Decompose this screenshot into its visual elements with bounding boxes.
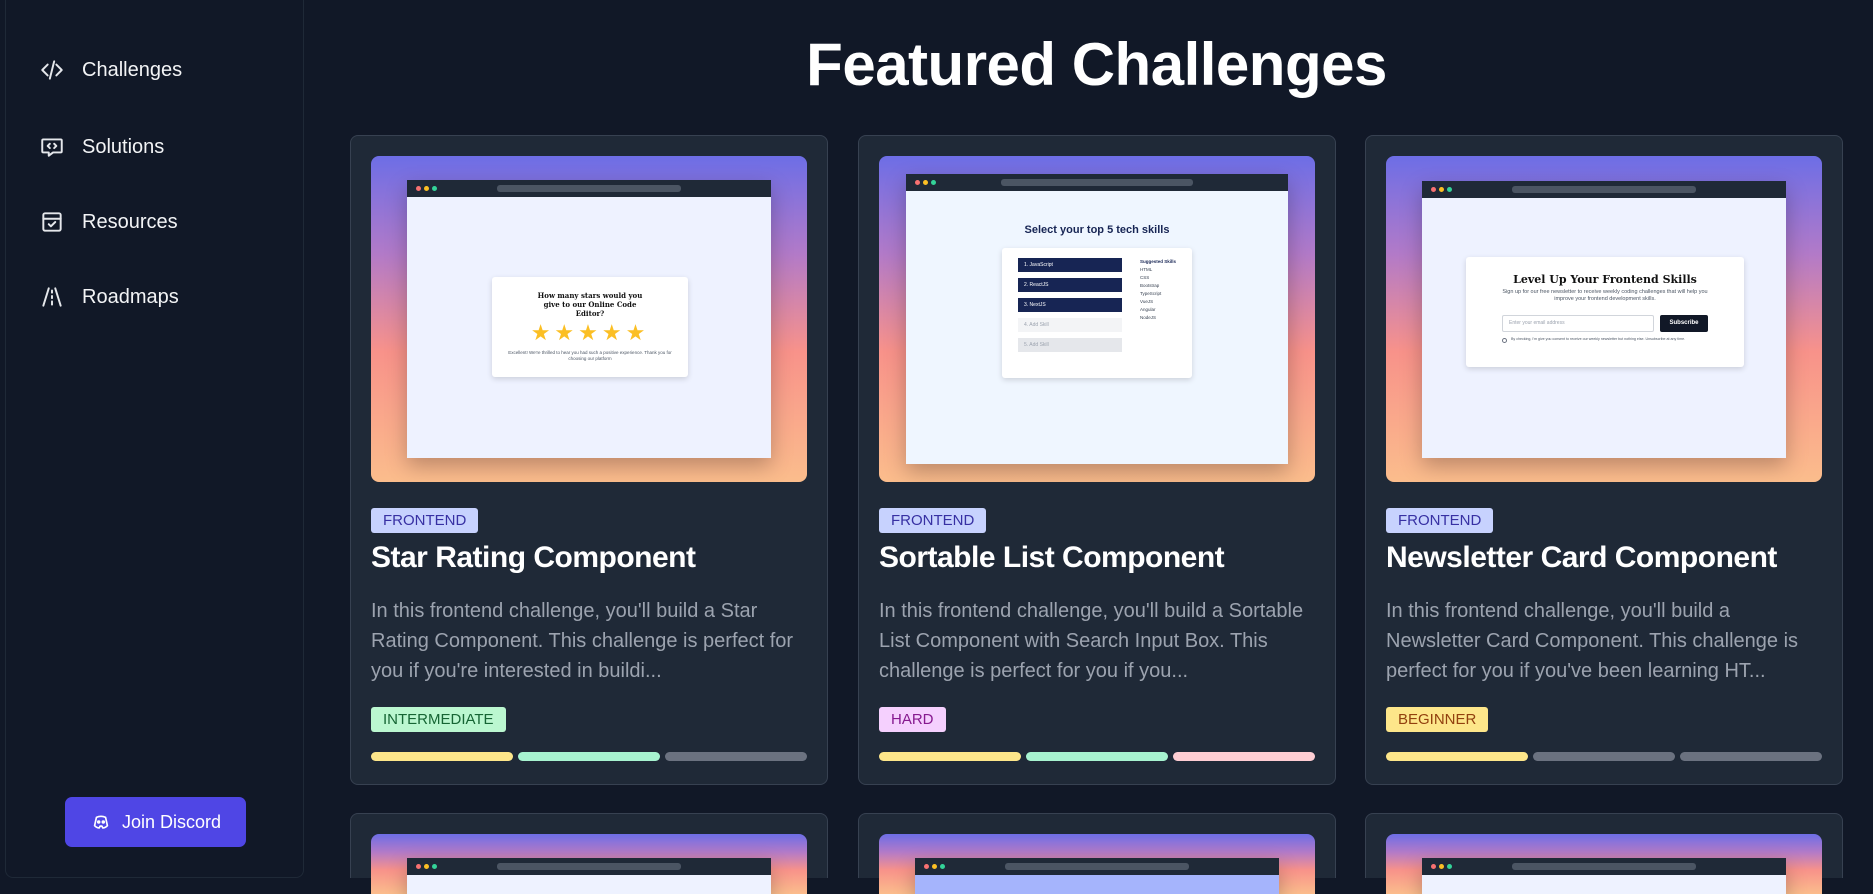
card-description: In this frontend challenge, you'll build… — [371, 600, 794, 682]
challenge-card[interactable]: Select your top 5 tech skills 1. JavaScr… — [858, 135, 1336, 785]
join-discord-label: Join Discord — [121, 811, 222, 832]
preview-stars: ★★★★★ — [530, 320, 650, 345]
preview-suggested-item: VueJS — [1140, 299, 1154, 304]
challenge-card[interactable] — [1365, 813, 1843, 894]
preview-list-item: 5. Add Skill — [1018, 338, 1122, 352]
sidebar-item-label: Roadmaps — [82, 285, 179, 308]
sidebar: Challenges Solutions Resources Roadmaps … — [5, 0, 304, 878]
road-icon — [38, 283, 66, 311]
challenge-preview-image — [1386, 834, 1822, 894]
challenge-card[interactable] — [858, 813, 1336, 894]
preview-checkbox — [1502, 338, 1507, 343]
sidebar-item-label: Challenges — [82, 58, 183, 81]
difficulty-meter — [371, 752, 807, 761]
challenge-preview-image: Level Up Your Frontend Skills Sign up fo… — [1386, 156, 1822, 482]
code-icon — [38, 56, 66, 84]
preview-suggested-title: Suggested Skills — [1140, 259, 1177, 264]
sidebar-item-solutions[interactable]: Solutions — [38, 129, 164, 165]
difficulty-badge: HARD — [879, 707, 946, 732]
preview-question: How many stars would you give to our Onl… — [537, 291, 643, 318]
category-badge: FRONTEND — [1386, 508, 1494, 533]
calendar-check-icon — [38, 208, 66, 236]
preview-suggested-item: TypeScript — [1140, 291, 1162, 296]
preview-note: Excellent! We're thrilled to hear you ha… — [508, 350, 672, 361]
preview-list-item: 4. Add Skill — [1018, 318, 1122, 332]
page-title: Featured Challenges — [806, 31, 1387, 98]
preview-email-input: Enter your email address — [1502, 315, 1654, 332]
preview-consent: By checking, I'm give you consent to rec… — [1511, 337, 1686, 341]
challenge-preview-image — [879, 834, 1315, 894]
difficulty-meter — [879, 752, 1315, 761]
card-title: Star Rating Component — [371, 541, 696, 574]
difficulty-bar — [1026, 752, 1168, 761]
difficulty-bar — [1680, 752, 1822, 761]
sidebar-item-label: Resources — [82, 210, 178, 233]
difficulty-badge: INTERMEDIATE — [371, 707, 506, 732]
sidebar-item-label: Solutions — [82, 135, 165, 158]
card-title: Newsletter Card Component — [1386, 541, 1777, 574]
preview-list-item: 3. NextJS — [1018, 298, 1122, 312]
card-description: In this frontend challenge, you'll build… — [1386, 600, 1799, 682]
card-description: In this frontend challenge, you'll build… — [879, 600, 1304, 682]
difficulty-bar — [665, 752, 807, 761]
chat-code-icon — [38, 133, 66, 161]
category-badge: FRONTEND — [879, 508, 987, 533]
difficulty-bar — [1386, 752, 1528, 761]
challenge-preview-image: Select your top 5 tech skills 1. JavaScr… — [879, 156, 1315, 482]
challenge-card[interactable]: How many stars would you give to our Onl… — [350, 135, 828, 785]
difficulty-badge: BEGINNER — [1386, 707, 1489, 732]
preview-list-item: 1. JavaScript — [1018, 258, 1122, 272]
preview-heading: Select your top 5 tech skills — [1024, 224, 1170, 236]
difficulty-bar — [518, 752, 660, 761]
preview-subscribe-button: Subscribe — [1660, 315, 1708, 332]
discord-icon — [90, 811, 112, 833]
sidebar-item-resources[interactable]: Resources — [38, 204, 178, 240]
preview-suggested-item: NodeJS — [1140, 315, 1157, 320]
difficulty-bar — [1173, 752, 1315, 761]
join-discord-button[interactable]: Join Discord — [65, 797, 246, 847]
preview-list-item: 2. ReactJS — [1018, 278, 1122, 292]
challenge-preview-image: How many stars would you give to our Onl… — [371, 156, 807, 482]
card-title: Sortable List Component — [879, 541, 1225, 574]
preview-suggested-item: HTML — [1140, 267, 1153, 272]
preview-suggested-item: Bootstrap — [1140, 283, 1160, 288]
difficulty-bar — [371, 752, 513, 761]
challenge-card[interactable] — [350, 813, 828, 894]
challenge-card[interactable]: Level Up Your Frontend Skills Sign up fo… — [1365, 135, 1843, 785]
preview-heading: Level Up Your Frontend Skills — [1513, 273, 1697, 286]
difficulty-meter — [1386, 752, 1822, 761]
category-badge: FRONTEND — [371, 508, 479, 533]
preview-sub: Sign up for our free newsletter to recei… — [1502, 289, 1708, 302]
challenge-preview-image — [371, 834, 807, 894]
difficulty-bar — [1533, 752, 1675, 761]
main-content: Featured Challenges How many stars would… — [320, 0, 1873, 894]
sidebar-item-roadmaps[interactable]: Roadmaps — [38, 279, 179, 315]
sidebar-item-challenges[interactable]: Challenges — [38, 52, 182, 88]
difficulty-bar — [879, 752, 1021, 761]
preview-suggested-item: CSS — [1140, 275, 1150, 280]
preview-suggested-item: Angular — [1140, 307, 1156, 312]
